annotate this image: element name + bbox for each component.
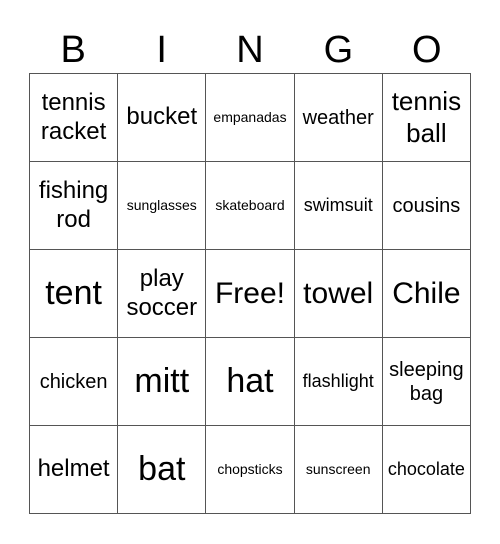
bingo-cell[interactable]: sunscreen xyxy=(294,426,383,514)
header-letter-g: G xyxy=(323,29,354,71)
bingo-cell[interactable]: fishing rod xyxy=(30,162,119,250)
bingo-cell[interactable]: cousins xyxy=(382,162,471,250)
bingo-cell[interactable]: chocolate xyxy=(382,426,471,514)
bingo-cell[interactable]: Chile xyxy=(382,250,471,338)
bingo-cell[interactable]: chopsticks xyxy=(206,426,295,514)
bingo-cell[interactable]: hat xyxy=(206,338,295,426)
bingo-cell[interactable]: chicken xyxy=(30,338,119,426)
bingo-cell[interactable]: bat xyxy=(118,426,207,514)
bingo-cell[interactable]: swimsuit xyxy=(294,162,383,250)
header-letter-o: O xyxy=(412,29,442,71)
bingo-cell[interactable]: bucket xyxy=(118,74,207,162)
bingo-cell[interactable]: tennis ball xyxy=(382,74,471,162)
bingo-cell[interactable]: sleeping bag xyxy=(382,338,471,426)
bingo-cell[interactable]: helmet xyxy=(30,426,119,514)
bingo-cell[interactable]: play soccer xyxy=(118,250,207,338)
bingo-card: tennis racket bucket empanadas weather t… xyxy=(29,73,471,514)
bingo-cell[interactable]: weather xyxy=(294,74,383,162)
header-letter-b: B xyxy=(60,29,86,71)
header-letter-n: N xyxy=(236,29,264,71)
bingo-cell[interactable]: tennis racket xyxy=(30,74,119,162)
free-space[interactable]: Free! xyxy=(206,250,295,338)
bingo-cell[interactable]: sunglasses xyxy=(118,162,207,250)
bingo-cell[interactable]: mitt xyxy=(118,338,207,426)
bingo-cell[interactable]: flashlight xyxy=(294,338,383,426)
bingo-cell[interactable]: skateboard xyxy=(206,162,295,250)
header-letter-i: I xyxy=(156,29,167,71)
bingo-cell[interactable]: tent xyxy=(30,250,119,338)
bingo-header: B I N G O xyxy=(29,28,471,73)
bingo-cell[interactable]: towel xyxy=(294,250,383,338)
bingo-cell[interactable]: empanadas xyxy=(206,74,295,162)
